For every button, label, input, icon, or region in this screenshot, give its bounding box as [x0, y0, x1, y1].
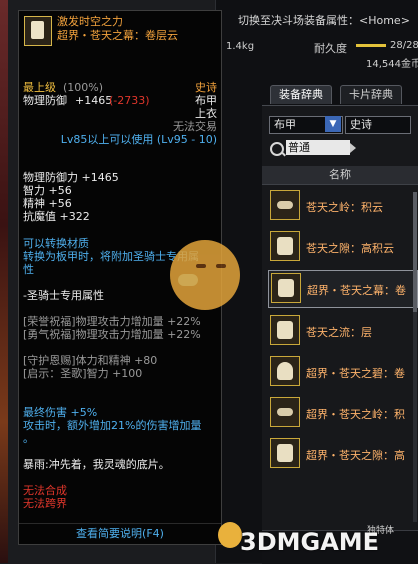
list-item[interactable]: 超界・苍天之碧：卷 — [268, 354, 418, 390]
weight-value: 1.4kg — [226, 41, 255, 52]
tab-card-dictionary[interactable]: 卡片辞典 — [340, 85, 402, 104]
durability-bar — [356, 44, 386, 47]
item-name: 超界・苍天之幕：卷 — [307, 284, 406, 297]
gold-amount: 14,544金币 — [366, 59, 418, 70]
paladin-header: -圣骑士专用属性 — [23, 289, 104, 302]
tooltip-title: 激发时空之力 — [57, 15, 123, 28]
shoes-icon — [270, 438, 300, 468]
equip-slot: 上衣 — [195, 107, 217, 120]
belt-icon — [270, 190, 300, 220]
item-name: 超界・苍天之碧：卷 — [306, 367, 405, 380]
paladin-attr: [勇气祝福]物理攻击力增加量 +22% — [23, 328, 201, 341]
mascot-eye — [216, 264, 226, 268]
item-name: 超界・苍天之隙：高 — [306, 449, 405, 462]
chevron-down-icon[interactable]: ▼ — [325, 116, 341, 132]
rarity-select[interactable]: 史诗 — [345, 116, 411, 134]
column-header-name[interactable]: 名称 — [262, 166, 418, 185]
no-synthesis: 无法合成 — [23, 484, 67, 497]
convert-note: 可以转换材质 — [23, 237, 89, 250]
search-icon — [270, 142, 284, 156]
item-rarity: 史诗 — [195, 81, 217, 94]
stat-line: 物理防御力 +1465 — [23, 171, 119, 184]
caret-right-icon[interactable] — [350, 143, 356, 153]
defense-value: +1465 — [75, 94, 113, 107]
list-item[interactable]: 苍天之岭：积云 — [268, 188, 418, 224]
extra-damage: 攻击时，额外增加21%的伤害增加量 — [23, 419, 202, 432]
final-damage: 最终伤害 +5% — [23, 406, 98, 419]
coat-icon — [24, 16, 52, 46]
paladin-attr: [荣誉祝福]物理攻击力增加量 +22% — [23, 315, 201, 328]
defense-label: 物理防御 — [23, 94, 67, 107]
shoes-icon — [270, 231, 300, 261]
item-grade-pct: (100%) — [63, 81, 104, 94]
mascot-watermark-icon — [170, 240, 240, 310]
item-name: 超界・苍天之岭：积 — [306, 408, 405, 421]
convert-detail-cont: 性 — [23, 263, 34, 276]
level-requirement: Lv85以上可以使用 (Lv95 - 10) — [60, 133, 217, 146]
stat-line: 抗魔值 +322 — [23, 210, 90, 223]
durability-label: 耐久度 — [314, 42, 347, 55]
flavor-text: 暴雨:冲先着，我灵魂的底片。 — [23, 458, 170, 471]
left-edge-stripe — [0, 0, 8, 563]
view-summary-button[interactable]: 查看简要说明(F4) — [19, 523, 221, 544]
durability-value: 28/28 — [390, 40, 418, 51]
belt-icon — [270, 397, 300, 427]
coat-icon — [271, 273, 301, 303]
list-item[interactable]: 苍天之流：层 — [268, 313, 418, 349]
mascot-eye — [196, 264, 206, 268]
list-item[interactable]: 超界・苍天之隙：高 — [268, 436, 418, 472]
pvp-switch-hint[interactable]: 切换至决斗场装备属性：<Home> — [238, 12, 410, 28]
armor-type: 布甲 — [195, 94, 217, 107]
item-name: 苍天之隙：高积云 — [306, 242, 394, 255]
hood-icon — [270, 356, 300, 386]
untradeable-label: 无法交易 — [173, 120, 217, 133]
stat-line: 精神 +56 — [23, 197, 72, 210]
extra-damage-cont: 。 — [23, 432, 34, 445]
list-item-selected[interactable]: 超界・苍天之幕：卷 — [268, 270, 418, 308]
tab-equipment-dictionary[interactable]: 装备辞典 — [270, 85, 332, 104]
paladin-attr: [守护恩赐]体力和精神 +80 — [23, 354, 158, 367]
item-name: 苍天之流：层 — [306, 326, 372, 339]
defense-diff: (-2733) — [109, 94, 150, 107]
watermark-text: 3DMGAME — [240, 528, 380, 556]
pants-icon — [270, 315, 300, 345]
search-input[interactable]: 普通 — [286, 140, 350, 155]
list-item[interactable]: 苍天之隙：高积云 — [268, 229, 418, 265]
item-grade: 最上级 — [23, 81, 56, 94]
watermark-logo-icon — [218, 522, 242, 548]
paladin-attr: [启示：圣歌]智力 +100 — [23, 367, 143, 380]
list-item[interactable]: 超界・苍天之岭：积 — [268, 395, 418, 431]
list-scrollbar[interactable] — [413, 192, 417, 522]
item-list: 苍天之岭：积云 苍天之隙：高积云 超界・苍天之幕：卷 苍天之流：层 超界・苍天之… — [268, 188, 418, 477]
no-cross-server: 无法跨界 — [23, 497, 67, 510]
mascot-beak — [178, 274, 198, 286]
scrollbar-thumb[interactable] — [413, 192, 417, 312]
stat-line: 智力 +56 — [23, 184, 72, 197]
item-name: 苍天之岭：积云 — [306, 201, 383, 214]
item-name: 超界・苍天之幕：卷层云 — [57, 29, 178, 42]
